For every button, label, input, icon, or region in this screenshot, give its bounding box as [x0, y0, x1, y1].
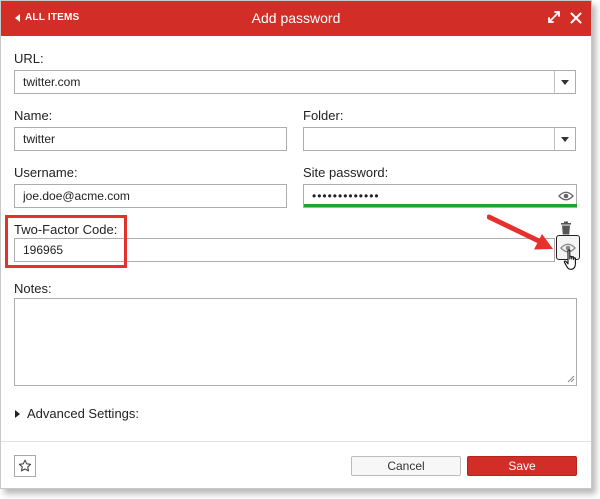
eye-icon[interactable]	[558, 190, 574, 202]
folder-select[interactable]	[303, 127, 555, 151]
username-input[interactable]	[14, 184, 287, 208]
close-icon[interactable]	[568, 10, 584, 26]
notes-label: Notes:	[14, 281, 52, 296]
advanced-settings-toggle[interactable]: Advanced Settings:	[15, 406, 139, 421]
advanced-settings-label: Advanced Settings:	[27, 406, 140, 421]
hand-pointer-icon	[563, 249, 576, 270]
url-dropdown-button[interactable]	[554, 70, 576, 94]
expand-icon[interactable]	[546, 9, 562, 25]
add-password-dialog: ALL ITEMS Add password URL: Name: Folder…	[0, 0, 592, 489]
favorite-button[interactable]	[14, 455, 36, 477]
resize-grip-icon[interactable]	[566, 374, 575, 383]
footer-divider	[1, 441, 591, 442]
caret-down-icon	[561, 136, 569, 142]
url-label: URL:	[14, 51, 44, 66]
folder-dropdown-button[interactable]	[554, 127, 576, 151]
folder-label: Folder:	[303, 108, 344, 123]
trash-icon[interactable]	[560, 221, 572, 235]
username-label: Username:	[14, 165, 78, 180]
password-strength-bar	[304, 204, 577, 207]
site-password-label: Site password:	[303, 165, 389, 180]
save-button[interactable]: Save	[467, 456, 577, 476]
caret-down-icon	[561, 79, 569, 85]
cancel-button[interactable]: Cancel	[351, 456, 461, 476]
title-bar: ALL ITEMS Add password	[1, 1, 591, 36]
name-label: Name:	[14, 108, 53, 123]
two-factor-highlight-box	[5, 215, 127, 268]
caret-right-icon	[15, 409, 20, 418]
url-input[interactable]	[14, 70, 555, 94]
notes-textarea[interactable]	[14, 298, 577, 386]
dialog-title: Add password	[251, 10, 341, 26]
annotation-arrow-icon	[487, 214, 553, 250]
star-icon	[18, 459, 32, 472]
name-input[interactable]	[14, 127, 287, 151]
